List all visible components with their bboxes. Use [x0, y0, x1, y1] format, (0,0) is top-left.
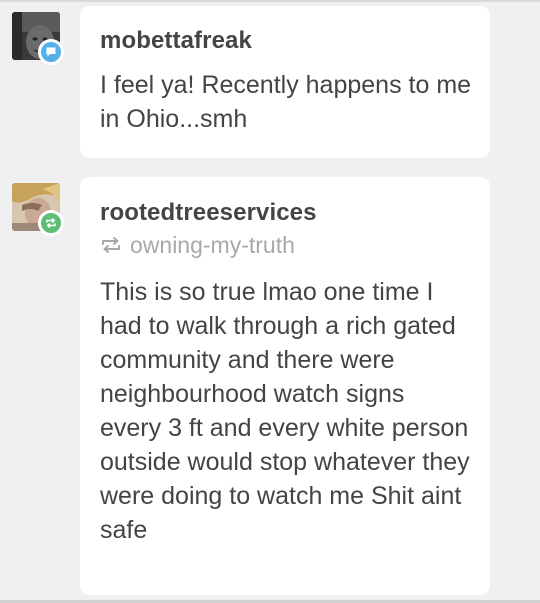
reblog-source[interactable]: owning-my-truth — [100, 231, 472, 259]
note-text: This is so true lmao one time I had to w… — [100, 278, 470, 544]
note-text: I feel ya! Recently happens to me in Ohi… — [100, 71, 472, 133]
username-link[interactable]: rootedtreeservices — [100, 177, 472, 227]
reblog-source-name[interactable]: owning-my-truth — [130, 231, 295, 259]
note-card: mobettafreak I feel ya! Recently happens… — [80, 6, 490, 158]
note-card: rootedtreeservices owning-my-truth This … — [80, 177, 490, 595]
reblog-icon — [38, 210, 64, 236]
speech-bubble-icon — [38, 39, 64, 65]
username-link[interactable]: mobettafreak — [100, 6, 472, 55]
reblog-icon — [102, 237, 120, 253]
top-divider — [0, 0, 540, 2]
